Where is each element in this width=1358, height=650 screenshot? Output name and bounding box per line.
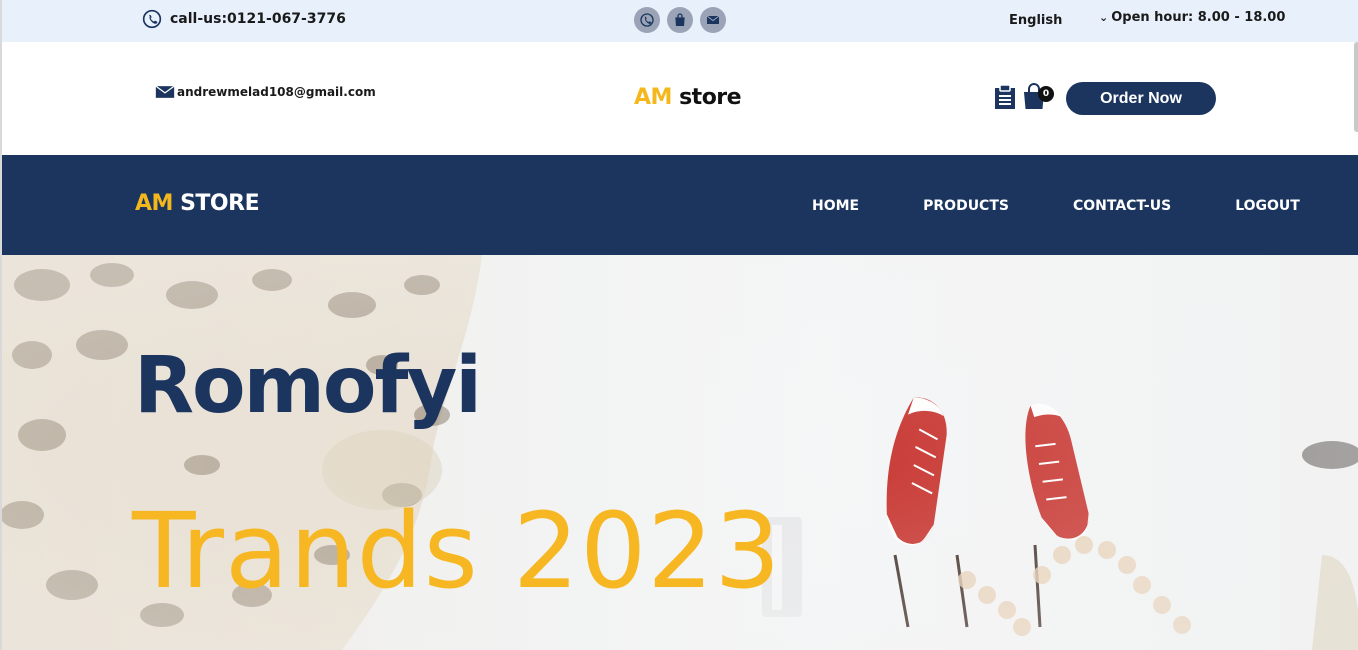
email-contact[interactable]: andrewmelad108@gmail.com bbox=[155, 84, 376, 100]
shop-social-button[interactable] bbox=[667, 7, 693, 33]
main-nav: AM STORE HOME PRODUCTS CONTACT-US LOGOUT bbox=[2, 155, 1358, 255]
nav-link-home[interactable]: HOME bbox=[812, 198, 859, 214]
nav-links: HOME PRODUCTS CONTACT-US LOGOUT bbox=[812, 198, 1358, 214]
page: call-us:0121-067-3776 English ⌄ Open hou… bbox=[0, 0, 1358, 650]
hours-text: Open hour: 8.00 - 18.00 bbox=[1111, 10, 1286, 25]
phone-contact[interactable]: call-us:0121-067-3776 bbox=[142, 9, 346, 29]
shopping-bag-icon bbox=[675, 13, 685, 26]
cart-count-badge: 0 bbox=[1038, 86, 1054, 102]
nav-logo[interactable]: AM STORE bbox=[135, 191, 260, 216]
social-links bbox=[634, 7, 726, 33]
nav-logo-am: AM bbox=[135, 191, 173, 216]
mail-social-button[interactable] bbox=[700, 7, 726, 33]
top-bar: call-us:0121-067-3776 English ⌄ Open hou… bbox=[2, 0, 1358, 42]
nav-link-products[interactable]: PRODUCTS bbox=[923, 198, 1009, 214]
logo-store: store bbox=[671, 85, 742, 110]
language-selector[interactable]: English bbox=[1009, 13, 1062, 28]
hero-banner: Romofyi Trands 2023 bbox=[2, 255, 1358, 650]
mail-icon bbox=[706, 15, 720, 24]
nav-link-logout[interactable]: LOGOUT bbox=[1235, 198, 1300, 214]
chevron-down-icon[interactable]: ⌄ bbox=[1099, 11, 1108, 24]
phone-text: call-us:0121-067-3776 bbox=[170, 11, 346, 27]
order-now-button[interactable]: Order Now bbox=[1066, 82, 1216, 115]
clipboard-icon[interactable] bbox=[994, 84, 1016, 110]
nav-logo-store: STORE bbox=[172, 191, 260, 216]
email-text: andrewmelad108@gmail.com bbox=[177, 85, 376, 99]
header-logo[interactable]: AM store bbox=[634, 85, 742, 110]
envelope-icon bbox=[155, 85, 175, 98]
hero-subtitle: Trands 2023 bbox=[132, 490, 782, 612]
logo-am: AM bbox=[634, 85, 672, 110]
scrollbar[interactable] bbox=[1354, 42, 1358, 132]
opening-hours: ⌄ Open hour: 8.00 - 18.00 bbox=[1099, 10, 1285, 25]
header: andrewmelad108@gmail.com AM store 0 Orde… bbox=[2, 42, 1358, 155]
hero-title: Romofyi bbox=[134, 341, 482, 431]
nav-link-contact-us[interactable]: CONTACT-US bbox=[1073, 198, 1171, 214]
phone-social-button[interactable] bbox=[634, 7, 660, 33]
phone-icon bbox=[640, 13, 654, 27]
phone-icon bbox=[142, 9, 162, 29]
